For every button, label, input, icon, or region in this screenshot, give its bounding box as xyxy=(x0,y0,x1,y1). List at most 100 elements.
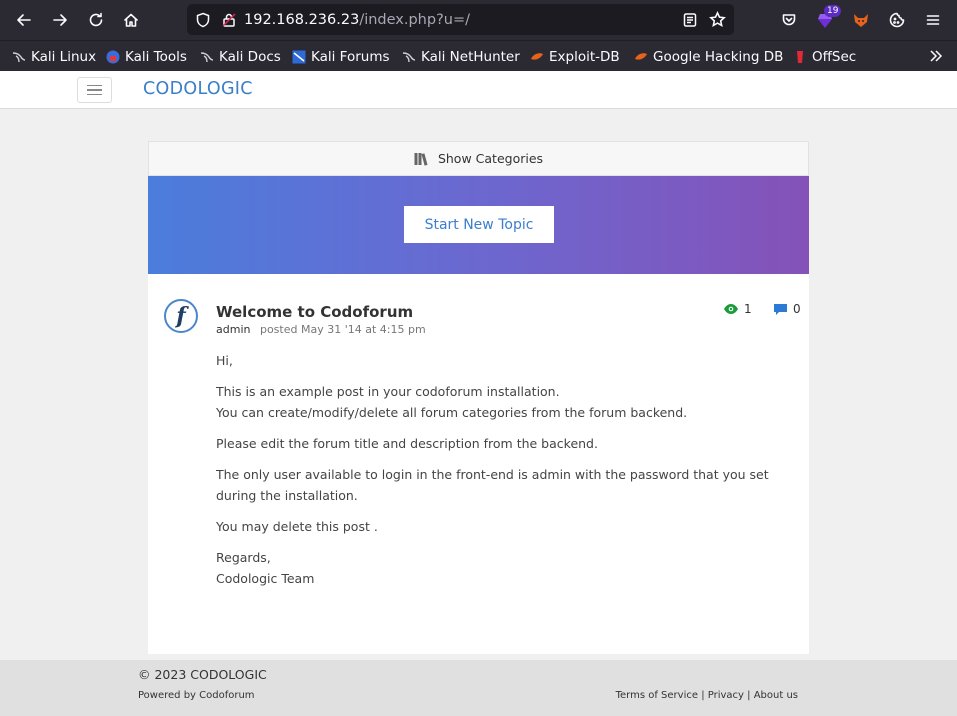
bookmark-google-hacking-db[interactable]: Google Hacking DB xyxy=(634,47,783,67)
about-link[interactable]: About us xyxy=(754,690,798,701)
hamburger-line xyxy=(87,84,102,87)
kali-dragon-icon xyxy=(200,52,214,63)
post-body: Hi, This is an example post in your codo… xyxy=(216,350,786,599)
footer-powered-by: Powered by Codoforum xyxy=(138,690,255,701)
reader-view-icon[interactable] xyxy=(682,12,698,28)
kali-tools-icon xyxy=(106,50,120,64)
reload-button[interactable] xyxy=(82,6,110,34)
post-text: Regards, xyxy=(216,550,271,565)
address-bar[interactable]: 192.168.236.23/index.php?u=/ xyxy=(187,4,734,35)
powered-prefix: Powered by xyxy=(138,690,200,701)
avatar-letter: f xyxy=(176,303,186,329)
bookmark-exploit-db[interactable]: Exploit-DB xyxy=(530,47,620,67)
pocket-button[interactable] xyxy=(775,6,803,34)
pocket-icon xyxy=(782,14,796,26)
views-count: 1 xyxy=(723,302,752,316)
bookmark-offsec[interactable]: OffSec xyxy=(793,47,856,67)
footer-links: Terms of Service | Privacy | About us xyxy=(616,690,798,701)
exploit-db-icon xyxy=(635,53,647,60)
forward-button[interactable] xyxy=(46,6,74,34)
codoforum-link[interactable]: Codoforum xyxy=(199,690,254,701)
cookie-icon xyxy=(889,12,905,28)
hero-banner: Start New Topic xyxy=(148,176,809,274)
show-categories-label: Show Categories xyxy=(437,151,544,166)
bookmark-label: Kali Forums xyxy=(311,49,390,65)
footer-copyright: © 2023 CODOLOGIC xyxy=(138,667,267,682)
post-text: This is an example post in your codoforu… xyxy=(216,384,560,399)
post-author[interactable]: admin xyxy=(216,323,250,336)
kali-forums-icon xyxy=(292,50,306,64)
bookmark-star-icon[interactable] xyxy=(709,11,726,28)
post-paragraph: Regards, Codologic Team xyxy=(216,547,786,589)
post-text: You may delete this post . xyxy=(216,519,378,534)
chevron-double-right-icon xyxy=(930,50,943,62)
post-paragraph: This is an example post in your codoforu… xyxy=(216,381,786,423)
terms-link[interactable]: Terms of Service xyxy=(616,690,698,701)
shield-icon[interactable] xyxy=(195,12,211,28)
footer-separator: | xyxy=(743,690,754,701)
replies-value: 0 xyxy=(793,302,801,316)
home-button[interactable] xyxy=(117,6,145,34)
bookmarks-toolbar: Kali Linux Kali Tools Kali Docs Kali For… xyxy=(0,40,957,71)
post-text: You can create/modify/delete all forum c… xyxy=(216,405,688,420)
books-icon xyxy=(414,152,428,166)
arrow-left-icon xyxy=(17,14,31,26)
reload-icon xyxy=(89,12,103,27)
post-text: The only user available to login in the … xyxy=(216,467,769,503)
foxyproxy-button[interactable] xyxy=(847,6,875,34)
bookmark-label: Kali Tools xyxy=(125,49,187,65)
offsec-icon xyxy=(797,51,803,63)
site-navbar: CODOLOGIC xyxy=(0,71,957,109)
post-meta: admin posted May 31 '14 at 4:15 pm xyxy=(216,323,426,336)
post-signature: Codologic Team xyxy=(216,571,315,586)
hamburger-line xyxy=(87,93,102,96)
bookmark-kali-linux[interactable]: Kali Linux xyxy=(12,47,96,67)
url-path: /index.php?u=/ xyxy=(359,11,470,28)
extension-button[interactable]: 19 xyxy=(811,5,842,34)
bookmark-kali-docs[interactable]: Kali Docs xyxy=(200,47,281,67)
home-icon xyxy=(124,13,138,27)
hamburger-menu-icon xyxy=(926,15,940,25)
menu-button[interactable] xyxy=(919,6,947,34)
show-categories-bar[interactable]: Show Categories xyxy=(148,141,809,176)
back-button[interactable] xyxy=(10,6,38,34)
extension-badge: 19 xyxy=(824,5,842,17)
comment-icon xyxy=(774,303,787,315)
eye-icon xyxy=(724,304,738,314)
privacy-link[interactable]: Privacy xyxy=(708,690,744,701)
bookmark-label: Kali Docs xyxy=(219,49,281,65)
exploit-db-icon xyxy=(531,53,543,60)
kali-dragon-icon xyxy=(12,52,26,63)
bookmark-label: Kali NetHunter xyxy=(421,49,520,65)
cookie-button[interactable] xyxy=(883,6,911,34)
arrow-right-icon xyxy=(53,14,67,26)
bookmark-label: OffSec xyxy=(812,49,857,65)
replies-count: 0 xyxy=(773,302,801,316)
post-text: Please edit the forum title and descript… xyxy=(216,436,598,451)
url-host: 192.168.236.23 xyxy=(244,11,360,28)
avatar[interactable]: f xyxy=(164,299,198,333)
footer-separator: | xyxy=(698,690,708,701)
hamburger-line xyxy=(87,89,102,91)
start-new-topic-button[interactable]: Start New Topic xyxy=(404,206,554,243)
bookmark-label: Exploit-DB xyxy=(549,49,620,65)
navbar-toggle-button[interactable] xyxy=(77,77,112,103)
bookmark-label: Google Hacking DB xyxy=(653,49,784,65)
bookmark-label: Kali Linux xyxy=(31,49,97,65)
site-footer: © 2023 CODOLOGIC Powered by Codoforum Te… xyxy=(0,660,957,716)
post-title[interactable]: Welcome to Codoforum xyxy=(216,303,413,321)
bookmark-kali-forums[interactable]: Kali Forums xyxy=(292,47,390,67)
post-text: Hi, xyxy=(216,353,233,368)
bookmark-kali-tools[interactable]: Kali Tools xyxy=(106,47,187,67)
post-date: posted May 31 '14 at 4:15 pm xyxy=(259,323,426,336)
insecure-lock-icon[interactable] xyxy=(221,12,237,28)
bookmark-kali-nethunter[interactable]: Kali NetHunter xyxy=(402,47,520,67)
views-value: 1 xyxy=(744,302,752,316)
site-brand-link[interactable]: CODOLOGIC xyxy=(143,79,253,99)
fox-icon xyxy=(854,14,868,27)
browser-toolbar: 192.168.236.23/index.php?u=/ 19 xyxy=(0,0,957,40)
kali-dragon-icon xyxy=(402,52,416,63)
url-text[interactable]: 192.168.236.23/index.php?u=/ xyxy=(244,12,470,28)
bookmarks-overflow-button[interactable] xyxy=(928,46,944,66)
topic-post: f Welcome to Codoforum admin posted May … xyxy=(148,274,809,654)
